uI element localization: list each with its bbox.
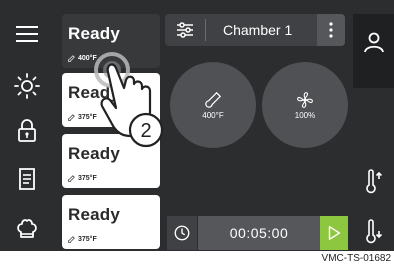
user-icon [363,32,384,53]
chamber-name[interactable]: Chamber 1 [223,22,292,38]
document-id: VMC-TS-01682 [321,253,391,264]
chamber-header: Chamber 1 [165,14,345,46]
thermometer-icon [68,175,75,182]
temp-up-button[interactable] [360,168,388,196]
card-status: Ready [68,205,121,224]
fan-dial[interactable]: 100% [262,62,348,148]
callout-step-number: 2 [140,120,151,142]
thermometer-icon [205,91,222,108]
user-button[interactable] [353,14,394,88]
filter-icon [177,22,193,38]
temperature-dial[interactable]: 400°F [170,62,256,148]
lock-icon [18,119,36,142]
card-temp: 375°F [68,236,97,243]
card-temp: 375°F [68,175,97,182]
card-temp-value: 375°F [78,236,97,243]
chamber-card-4[interactable]: Ready 375°F [62,195,160,249]
thermometer-icon [68,236,75,243]
temperature-value: 400°F [202,110,224,120]
header-divider [205,19,206,41]
menu-icon [16,26,38,42]
recipe-book-icon [19,168,35,190]
chef-hat-icon [17,219,37,238]
more-options-button[interactable] [317,14,345,46]
brightness-icon [14,73,40,99]
temp-down-button[interactable] [360,218,388,246]
menu-button[interactable] [8,15,46,53]
kebab-icon [329,22,333,38]
card-temp-value: 375°F [78,175,97,182]
card-status: Ready [68,24,121,43]
timer-icon [174,225,190,241]
fan-value: 100% [294,110,316,120]
timer-button[interactable] [167,216,197,250]
thermometer-icon [68,114,75,121]
timer-display[interactable]: 00:05:00 [198,216,320,250]
oven-control-screen: Ready 400°F Ready 375°F Ready 375°F Read… [0,0,394,251]
fan-icon [297,91,313,108]
temp-up-icon [366,169,383,194]
tap-hand-icon: 2 [94,52,164,148]
settings-button[interactable] [175,20,195,40]
play-icon [328,225,341,241]
temp-down-icon [366,219,383,244]
start-button[interactable] [320,216,348,250]
recipe-book-button[interactable] [8,160,46,198]
chef-hat-button[interactable] [8,210,46,248]
brightness-button[interactable] [8,67,46,105]
lock-button[interactable] [8,112,46,150]
thermometer-icon [68,55,75,62]
